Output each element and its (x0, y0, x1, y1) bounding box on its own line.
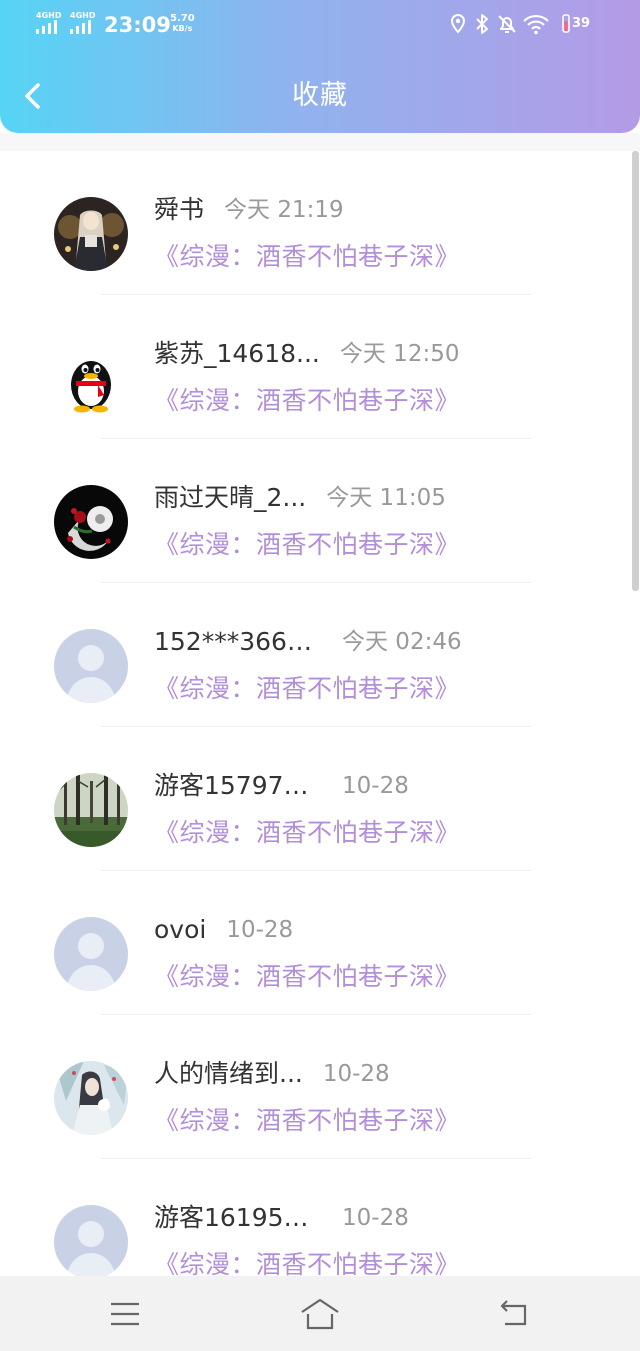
novel-title[interactable]: 《综漫：酒香不怕巷子深》 (154, 671, 460, 707)
menu-icon[interactable] (105, 1296, 145, 1332)
location-icon (450, 13, 466, 34)
novel-title[interactable]: 《综漫：酒香不怕巷子深》 (154, 1247, 460, 1276)
username: 舜书 (154, 195, 205, 224)
list-item[interactable]: ovoi 10-28 《综漫：酒香不怕巷子深》 (0, 871, 632, 1015)
status-time: 23:09 (104, 13, 171, 37)
item-meta: 紫苏_14618... 今天 12:50 (154, 337, 459, 371)
timestamp: 今天 11:05 (326, 485, 446, 511)
item-meta: 人的情绪到... 10-28 (154, 1057, 390, 1091)
novel-title[interactable]: 《综漫：酒香不怕巷子深》 (154, 959, 460, 995)
forest-avatar (54, 773, 128, 847)
username: ovoi (154, 915, 207, 944)
scrollbar[interactable] (632, 151, 639, 591)
novel-title[interactable]: 《综漫：酒香不怕巷子深》 (154, 815, 460, 851)
ink-painting-girl-avatar (54, 1061, 128, 1135)
timestamp: 今天 02:46 (342, 629, 462, 655)
timestamp: 今天 21:19 (224, 197, 344, 223)
timestamp: 今天 12:50 (339, 341, 460, 367)
sim2-label: 4GHD (70, 11, 96, 20)
avatar[interactable] (54, 773, 128, 847)
avatar[interactable] (54, 197, 128, 271)
list-item[interactable]: 人的情绪到... 10-28 《综漫：酒香不怕巷子深》 (0, 1015, 632, 1159)
favorites-list[interactable]: 舜书 今天 21:19 《综漫：酒香不怕巷子深》 紫苏_14618... 今天 … (0, 151, 640, 1276)
avatar[interactable] (54, 1061, 128, 1135)
sim1-signal-icon: 4GHD (36, 12, 66, 36)
timestamp: 10-28 (342, 1205, 409, 1231)
username: 雨过天晴_2... (154, 483, 307, 512)
default-person-avatar (54, 629, 128, 703)
app-header: 4GHD 4GHD 23:09 5.70 KB/s 39 收藏 (0, 0, 640, 133)
item-meta: 游客161952... 10-28 (154, 1201, 409, 1235)
qq-penguin-avatar (54, 341, 128, 415)
page-title: 收藏 (292, 80, 348, 111)
rose-flower-avatar (54, 485, 128, 559)
novel-title[interactable]: 《综漫：酒香不怕巷子深》 (154, 1103, 460, 1139)
battery-level: 39 (572, 16, 591, 31)
avatar[interactable] (54, 341, 128, 415)
list-item[interactable]: 152***366_... 今天 02:46 《综漫：酒香不怕巷子深》 (0, 583, 632, 727)
list-item[interactable]: 游客161952... 10-28 《综漫：酒香不怕巷子深》 (0, 1159, 632, 1276)
system-nav-bar (0, 1276, 640, 1351)
username: 游客161952... (154, 1203, 322, 1232)
anime-girl-avatar (54, 197, 128, 271)
list-item[interactable]: 舜书 今天 21:19 《综漫：酒香不怕巷子深》 (0, 151, 632, 295)
status-bar: 4GHD 4GHD 23:09 5.70 KB/s 39 (0, 0, 640, 50)
sim1-label: 4GHD (36, 11, 62, 20)
home-icon[interactable] (298, 1296, 342, 1332)
avatar[interactable] (54, 629, 128, 703)
header-divider (0, 133, 640, 151)
username: 152***366_... (154, 627, 322, 656)
mute-bell-icon (498, 15, 516, 33)
back-icon[interactable] (495, 1296, 535, 1332)
item-meta: 152***366_... 今天 02:46 (154, 625, 462, 659)
username: 紫苏_14618... (154, 339, 320, 368)
list-item[interactable]: 紫苏_14618... 今天 12:50 《综漫：酒香不怕巷子深》 (0, 295, 632, 439)
novel-title[interactable]: 《综漫：酒香不怕巷子深》 (154, 239, 460, 275)
avatar[interactable] (54, 917, 128, 991)
default-person-avatar (54, 917, 128, 991)
novel-title[interactable]: 《综漫：酒香不怕巷子深》 (154, 527, 460, 563)
list-item[interactable]: 雨过天晴_2... 今天 11:05 《综漫：酒香不怕巷子深》 (0, 439, 632, 583)
bluetooth-icon (476, 14, 488, 34)
item-meta: 雨过天晴_2... 今天 11:05 (154, 481, 446, 515)
timestamp: 10-28 (226, 917, 294, 943)
novel-title[interactable]: 《综漫：酒香不怕巷子深》 (154, 383, 460, 419)
timestamp: 10-28 (342, 773, 409, 799)
item-meta: ovoi 10-28 (154, 913, 293, 947)
item-meta: 游客157979... 10-28 (154, 769, 409, 803)
avatar[interactable] (54, 485, 128, 559)
username: 人的情绪到... (154, 1059, 303, 1088)
username: 游客157979... (154, 771, 322, 800)
default-person-avatar (54, 1205, 128, 1276)
item-meta: 舜书 今天 21:19 (154, 193, 344, 227)
avatar[interactable] (54, 1205, 128, 1276)
list-item[interactable]: 游客157979... 10-28 《综漫：酒香不怕巷子深》 (0, 727, 632, 871)
sim2-signal-icon: 4GHD (70, 12, 100, 36)
timestamp: 10-28 (322, 1061, 390, 1087)
battery-icon: 39 (560, 12, 594, 36)
wifi-icon (523, 14, 549, 35)
network-speed: 5.70 KB/s (170, 13, 195, 34)
network-speed-value: 5.70 (170, 13, 195, 24)
network-speed-unit: KB/s (172, 24, 193, 33)
